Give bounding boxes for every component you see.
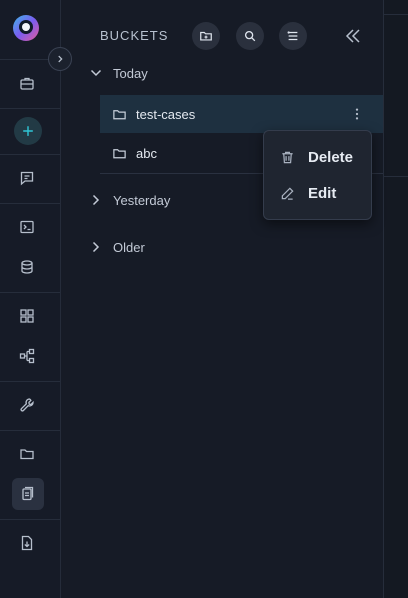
list-view-button[interactable] [279,22,307,50]
kebab-menu-icon [355,108,359,120]
chevron-right-icon [92,194,100,206]
left-rail [0,0,61,598]
rail-divider [0,203,60,204]
rail-divider [0,154,60,155]
menu-item-label: Edit [308,184,337,202]
search-button[interactable] [236,22,264,50]
list-icon [287,31,298,41]
database-icon[interactable] [15,255,39,279]
divider [384,176,408,177]
group-label: Older [113,239,145,255]
sidebar-collapse-toggle[interactable] [48,47,72,71]
context-menu: Delete Edit [263,130,372,220]
new-folder-icon [200,31,212,41]
chevron-right-icon [58,55,63,63]
rail-divider [0,519,60,520]
rail-divider [0,381,60,382]
search-icon [244,30,256,42]
main-content-edge [383,0,408,598]
buckets-panel: BUCKETS Today test-cases abc Yesterday O… [61,0,383,598]
briefcase-icon[interactable] [15,71,39,95]
bucket-name: abc [136,145,157,161]
group-label: Yesterday [113,192,171,208]
edit-menu-item[interactable]: Edit [264,178,371,208]
new-folder-button[interactable] [192,22,220,50]
rail-divider [0,292,60,293]
chevrons-left-icon [345,29,360,43]
file-download-icon[interactable] [15,531,39,555]
plus-icon [23,126,33,136]
chevron-right-icon [92,241,100,253]
group-yesterday[interactable]: Yesterday [89,190,170,210]
panel-title: BUCKETS [100,28,169,43]
folder-icon [113,148,126,158]
trash-icon [282,151,293,163]
menu-item-label: Delete [308,148,354,166]
bucket-name: test-cases [136,106,196,122]
group-older[interactable]: Older [89,237,145,257]
collapse-panel-button[interactable] [343,26,363,51]
group-today[interactable]: Today [89,63,148,83]
delete-menu-item[interactable]: Delete [264,142,371,172]
divider [384,14,408,15]
grid-icon[interactable] [15,304,39,328]
folder-icon [113,109,126,119]
bucket-item-test-cases[interactable]: test-cases [100,95,383,133]
terminal-icon[interactable] [15,215,39,239]
chevron-down-icon [90,69,102,77]
app-logo-icon[interactable] [12,14,40,42]
rail-divider [0,108,60,109]
add-button[interactable] [14,117,42,145]
group-label: Today [113,65,148,81]
wrench-icon[interactable] [15,393,39,417]
workflow-icon[interactable] [15,344,39,368]
rail-divider [0,430,60,431]
folder-icon[interactable] [15,442,39,466]
chat-icon[interactable] [15,166,39,190]
pencil-icon [281,186,294,200]
documents-icon[interactable] [15,482,39,506]
more-options-button[interactable] [349,106,365,122]
